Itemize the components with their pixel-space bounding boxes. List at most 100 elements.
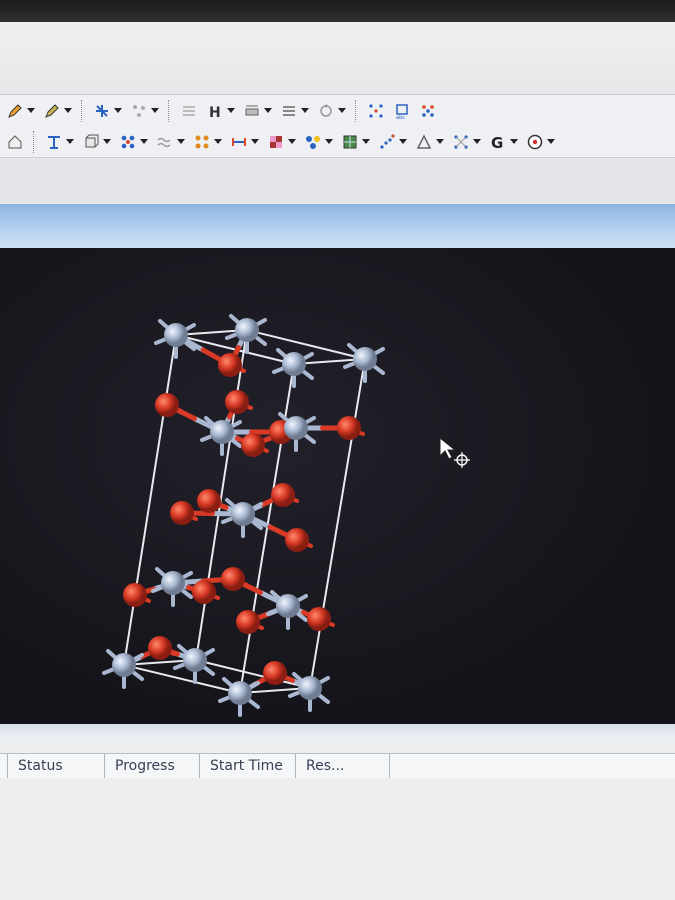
chevron-down-icon[interactable] [264, 108, 272, 113]
oxygen-atom[interactable] [337, 416, 361, 440]
svg-text:abc: abc [396, 115, 405, 120]
metal-atom[interactable] [228, 681, 252, 705]
metal-atom[interactable] [282, 352, 306, 376]
chevron-down-icon[interactable] [301, 108, 309, 113]
slab-button[interactable] [241, 99, 274, 123]
cube-abc-button[interactable]: abc [391, 99, 413, 123]
metal-atom[interactable] [235, 318, 259, 342]
unit-cell-edge[interactable] [123, 334, 177, 666]
chevron-down-icon[interactable] [251, 139, 259, 144]
metal-atom[interactable] [276, 594, 300, 618]
chevron-down-icon[interactable] [436, 139, 444, 144]
metal-atom[interactable] [231, 502, 255, 526]
metal-atom[interactable] [161, 571, 185, 595]
oxygen-atom[interactable] [192, 580, 216, 604]
oxygen-atom[interactable] [241, 433, 265, 457]
3d-viewer[interactable] [0, 248, 675, 724]
ring-button[interactable] [315, 99, 348, 123]
oxygen-atom[interactable] [148, 636, 172, 660]
chevron-down-icon[interactable] [338, 108, 346, 113]
oxygen-atom[interactable] [155, 393, 179, 417]
map-icon [343, 135, 357, 148]
chevron-down-icon[interactable] [227, 108, 235, 113]
oxygen-atom[interactable] [263, 661, 287, 685]
chevron-down-icon[interactable] [288, 139, 296, 144]
chevron-down-icon[interactable] [114, 108, 122, 113]
color-atoms-button[interactable] [302, 130, 335, 154]
metal-atom[interactable] [298, 676, 322, 700]
chevron-down-icon[interactable] [362, 139, 370, 144]
metal-atom[interactable] [210, 420, 234, 444]
oxygen-atom[interactable] [307, 607, 331, 631]
chevron-down-icon[interactable] [325, 139, 333, 144]
checker-icon [270, 135, 282, 148]
crystal-structure[interactable] [0, 248, 675, 724]
unit-cell-edge[interactable] [309, 358, 366, 689]
scatter-button[interactable] [376, 130, 409, 154]
oxygen-atom[interactable] [271, 483, 295, 507]
atoms-orange-button[interactable] [191, 130, 224, 154]
wave-button[interactable] [154, 130, 187, 154]
metal-atom[interactable] [164, 323, 188, 347]
jobs-list-area[interactable] [0, 778, 675, 900]
axis-button[interactable] [43, 130, 76, 154]
grid-grey-icon [183, 105, 195, 116]
scatter-icon [380, 133, 395, 149]
bond-tool-button[interactable] [91, 99, 124, 123]
cube-abc-icon: abc [396, 103, 408, 120]
oxygen-atom[interactable] [197, 489, 221, 513]
pencil-green-button[interactable] [41, 99, 74, 123]
chevron-down-icon[interactable] [27, 108, 35, 113]
molecule-grey-button[interactable] [128, 99, 161, 123]
document-tab-header[interactable] [0, 204, 675, 250]
checker-button[interactable] [265, 130, 298, 154]
chevron-down-icon[interactable] [399, 139, 407, 144]
metal-atom[interactable] [353, 347, 377, 371]
chevron-down-icon[interactable] [66, 139, 74, 144]
measure-button[interactable] [228, 130, 261, 154]
oxygen-atom[interactable] [123, 583, 147, 607]
angle-button[interactable] [413, 130, 446, 154]
chevron-down-icon[interactable] [510, 139, 518, 144]
metal-atom[interactable] [183, 648, 207, 672]
cell-button[interactable] [80, 130, 113, 154]
lattice-button[interactable] [365, 99, 387, 123]
toolbar-separator [81, 99, 84, 122]
target-button[interactable] [524, 130, 557, 154]
cluster-button[interactable] [417, 99, 439, 123]
column-handle[interactable] [0, 754, 8, 778]
chevron-down-icon[interactable] [177, 139, 185, 144]
chevron-down-icon[interactable] [64, 108, 72, 113]
column-progress[interactable]: Progress [105, 754, 200, 778]
chevron-down-icon[interactable] [547, 139, 555, 144]
home-button[interactable] [4, 130, 26, 154]
chevron-down-icon[interactable] [151, 108, 159, 113]
column-status[interactable]: Status [8, 754, 105, 778]
hydrogen-button[interactable]: H [204, 99, 237, 123]
oxygen-atom[interactable] [285, 528, 309, 552]
atoms-blue-button[interactable] [117, 130, 150, 154]
chevron-down-icon[interactable] [140, 139, 148, 144]
chevron-down-icon[interactable] [103, 139, 111, 144]
metal-atom[interactable] [284, 416, 308, 440]
oxygen-atom[interactable] [236, 610, 260, 634]
unit-cell-edge[interactable] [239, 363, 295, 694]
oxygen-atom[interactable] [170, 501, 194, 525]
column-result[interactable]: Res... [296, 754, 390, 778]
cluster-icon [422, 104, 434, 117]
grid-grey-button[interactable] [178, 99, 200, 123]
map-button[interactable] [339, 130, 372, 154]
layers-button[interactable] [278, 99, 311, 123]
column-start-time[interactable]: Start Time [200, 754, 296, 778]
atoms-blue-icon [121, 135, 135, 148]
metal-atom[interactable] [112, 653, 136, 677]
toolbar-spacer [0, 159, 675, 209]
g-button[interactable]: G [487, 130, 520, 154]
oxygen-atom[interactable] [225, 390, 249, 414]
oxygen-atom[interactable] [218, 353, 242, 377]
symmetry-button[interactable] [450, 130, 483, 154]
chevron-down-icon[interactable] [473, 139, 481, 144]
pencil-orange-button[interactable] [4, 99, 37, 123]
chevron-down-icon[interactable] [214, 139, 222, 144]
oxygen-atom[interactable] [221, 567, 245, 591]
